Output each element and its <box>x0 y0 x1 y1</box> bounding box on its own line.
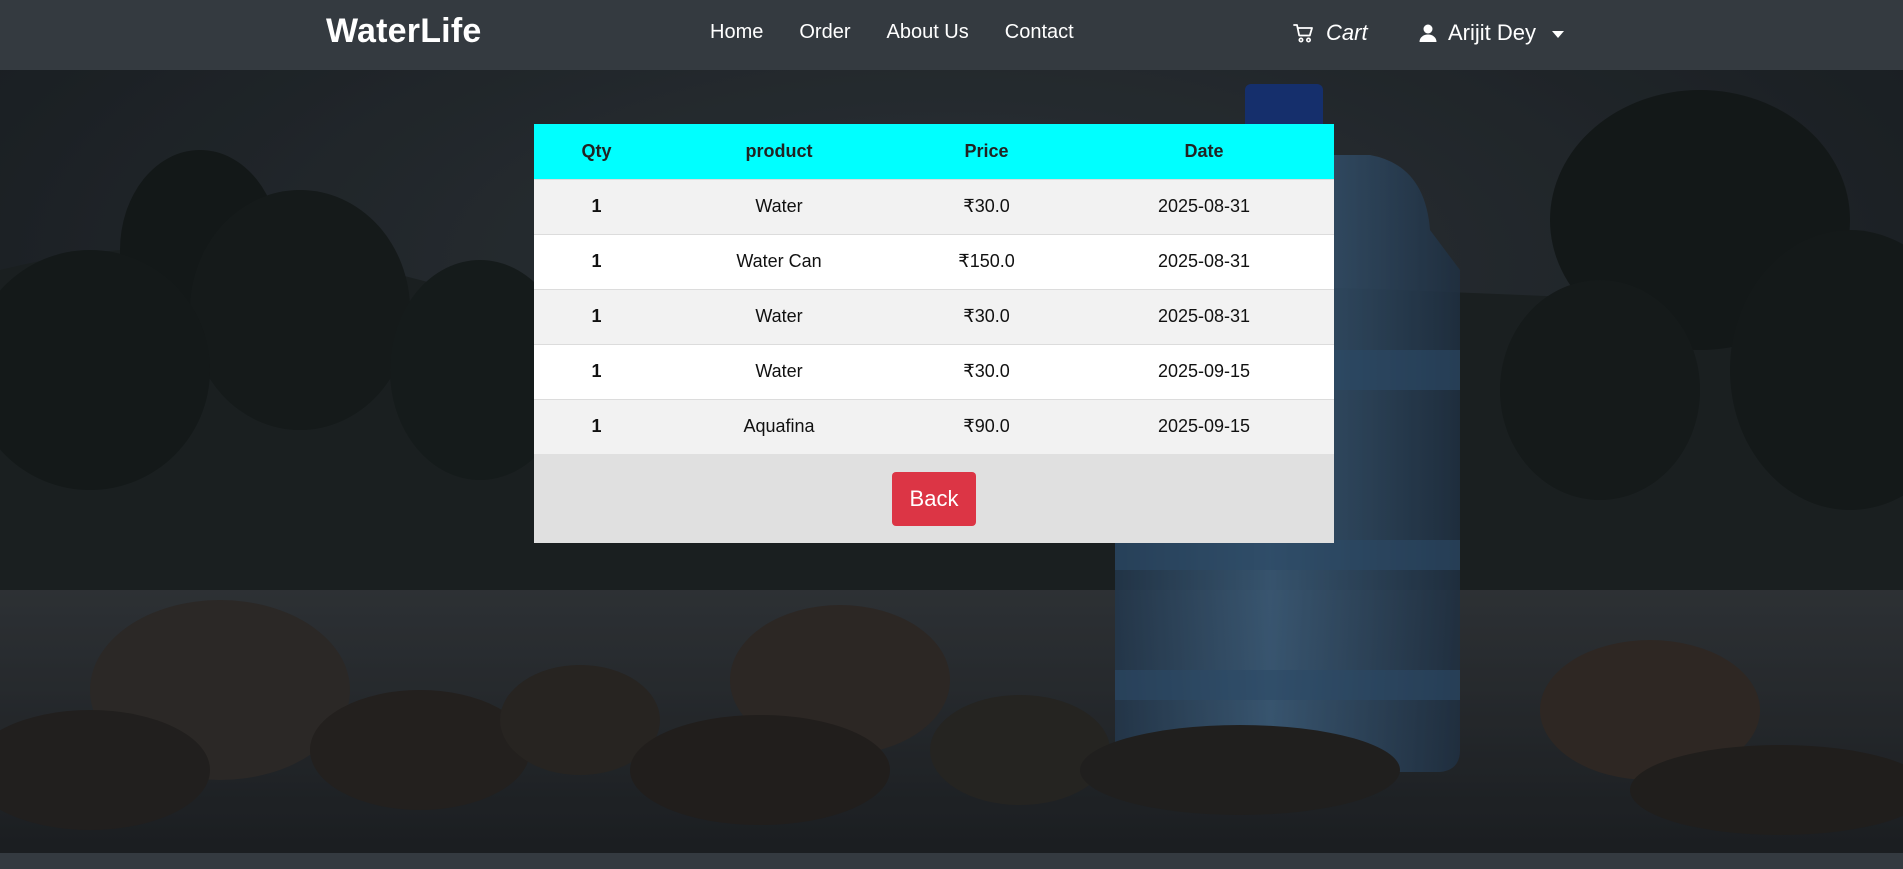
user-dropdown[interactable]: Arijit Dey <box>1418 20 1565 46</box>
orders-panel: Qty product Price Date 1 Water ₹30.0 202… <box>534 124 1334 543</box>
orders-table: Qty product Price Date 1 Water ₹30.0 202… <box>534 124 1334 454</box>
cell-qty: 1 <box>591 251 602 271</box>
cell-product: Water <box>755 196 803 216</box>
table-row: 1 Water Can ₹150.0 2025-08-31 <box>534 234 1334 289</box>
cell-price: ₹150.0 <box>958 251 1015 271</box>
cart-icon <box>1293 24 1313 43</box>
cart-label: Cart <box>1326 20 1368 45</box>
table-row: 1 Water ₹30.0 2025-08-31 <box>534 179 1334 234</box>
cell-product: Aquafina <box>743 416 815 437</box>
nav-links: Home Order About Us Contact <box>692 21 1092 44</box>
header-qty: Qty <box>581 140 612 161</box>
nav-order[interactable]: Order <box>781 21 868 44</box>
table-row: 1 Aquafina ₹90.0 2025-09-15 <box>534 399 1334 454</box>
nav-about-us[interactable]: About Us <box>868 21 986 44</box>
header-product: product <box>745 140 813 161</box>
header-date: Date <box>1184 140 1224 161</box>
table-row: 1 Water ₹30.0 2025-08-31 <box>534 289 1334 344</box>
cell-qty: 1 <box>591 196 602 216</box>
table-header-row: Qty product Price Date <box>534 124 1334 179</box>
cell-qty: 1 <box>591 361 602 381</box>
cell-price: ₹30.0 <box>963 361 1010 381</box>
cell-qty: 1 <box>591 306 602 326</box>
cell-price: ₹90.0 <box>963 416 1010 437</box>
cart-link[interactable]: Cart <box>1292 20 1368 46</box>
table-row: 1 Water ₹30.0 2025-09-15 <box>534 344 1334 399</box>
cell-date: 2025-08-31 <box>1157 306 1251 326</box>
nav-home[interactable]: Home <box>692 21 781 44</box>
cell-qty: 1 <box>591 416 602 437</box>
cell-date: 2025-08-31 <box>1157 251 1251 271</box>
footer-strip <box>0 853 1903 869</box>
chevron-down-icon <box>1552 30 1565 38</box>
navbar: WaterLife Home Order About Us Contact Ca… <box>0 0 1903 70</box>
brand-logo[interactable]: WaterLife <box>326 12 481 51</box>
cell-product: Water <box>755 306 803 326</box>
user-icon <box>1419 24 1437 42</box>
table-actions: Back <box>534 454 1334 543</box>
user-name: Arijit Dey <box>1448 20 1537 45</box>
nav-contact[interactable]: Contact <box>987 21 1092 44</box>
back-button[interactable]: Back <box>892 471 976 526</box>
cell-product: Water <box>755 361 803 381</box>
cell-price: ₹30.0 <box>963 196 1010 216</box>
cell-date: 2025-08-31 <box>1157 196 1251 216</box>
cell-product: Water Can <box>736 251 822 271</box>
cell-price: ₹30.0 <box>963 306 1010 326</box>
header-price: Price <box>964 140 1009 161</box>
cell-date: 2025-09-15 <box>1157 361 1251 381</box>
cell-date: 2025-09-15 <box>1157 416 1251 437</box>
